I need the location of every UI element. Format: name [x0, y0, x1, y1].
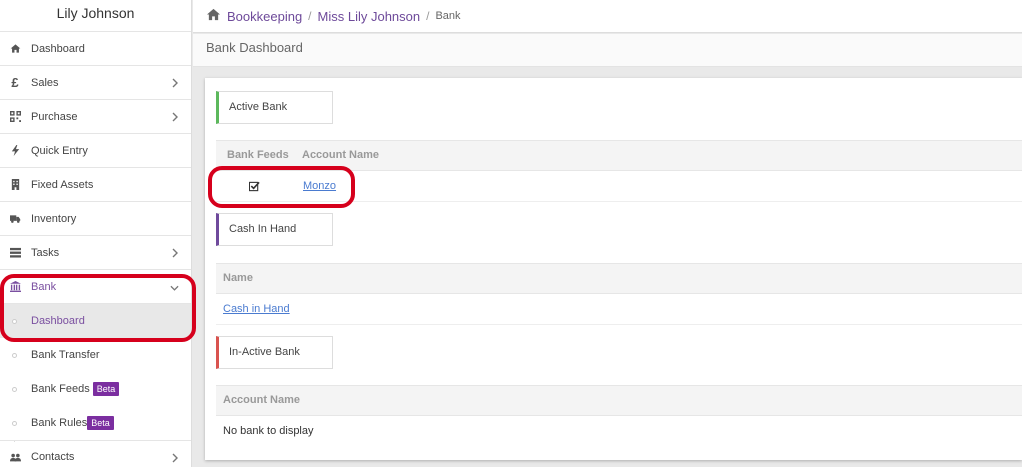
tasks-icon — [9, 247, 21, 259]
column-header-name: Name — [223, 272, 253, 284]
building-icon — [9, 179, 21, 191]
sidebar-item-purchase[interactable]: Purchase — [0, 100, 191, 134]
sidebar-item-inventory[interactable]: Inventory — [0, 202, 191, 236]
sidebar-item-label: Quick Entry — [31, 144, 88, 157]
bank-dashboard-panel: Active Bank Bank Feeds Account Name Monz… — [205, 78, 1022, 460]
sidebar-item-sales[interactable]: £ Sales — [0, 66, 191, 100]
table-row: Cash in Hand — [216, 294, 1022, 325]
column-header-account-name: Account Name — [302, 149, 380, 161]
cash-in-hand-label: Cash In Hand — [216, 213, 333, 246]
home-icon[interactable] — [206, 8, 221, 24]
active-bank-table-header: Bank Feeds Account Name — [216, 140, 1022, 171]
sidebar-item-label: Bank — [31, 280, 57, 293]
sidebar-item-label: Contacts — [31, 451, 75, 463]
bullet-icon — [12, 387, 17, 392]
account-link-monzo[interactable]: Monzo — [303, 171, 336, 201]
sidebar-subitem-bank-feeds[interactable]: Bank Feeds Beta — [0, 372, 191, 406]
breadcrumb-current: Bank — [435, 10, 461, 22]
sidebar-item-bank[interactable]: Bank — [0, 270, 191, 304]
checkbox-checked-icon[interactable] — [249, 181, 260, 192]
sidebar-item-label: Sales — [31, 76, 59, 89]
sidebar-item-label: Purchase — [31, 110, 78, 123]
sidebar-item-tasks[interactable]: Tasks — [0, 236, 191, 270]
cash-in-hand-table-header: Name — [216, 263, 1022, 294]
qr-icon — [9, 111, 21, 123]
column-header-account-name: Account Name — [223, 394, 301, 406]
chevron-right-icon — [172, 77, 179, 91]
sidebar-subitem-label: Bank Transfer — [31, 349, 100, 361]
beta-badge: Beta — [92, 382, 120, 396]
user-name: Lily Johnson — [0, 0, 191, 32]
sidebar-item-label: Fixed Assets — [31, 178, 94, 191]
sidebar-item-dashboard[interactable]: Dashboard — [0, 32, 191, 66]
sidebar: Lily Johnson Dashboard £ Sales Purchase … — [0, 0, 192, 467]
table-row: Monzo — [216, 171, 1022, 202]
inactive-bank-label: In-Active Bank — [216, 336, 333, 369]
column-header-bank-feeds: Bank Feeds — [227, 149, 289, 161]
sidebar-subitem-label: Bank Rules — [31, 417, 88, 429]
chevron-right-icon — [172, 452, 179, 466]
breadcrumb-client[interactable]: Miss Lily Johnson — [318, 9, 421, 24]
bullet-icon — [12, 319, 17, 324]
sidebar-subitem-label: Dashboard — [31, 315, 85, 327]
home-icon — [9, 43, 21, 55]
sidebar-item-label: Tasks — [31, 246, 60, 259]
breadcrumb: Bookkeeping / Miss Lily Johnson / Bank — [193, 0, 1022, 33]
sidebar-item-label: Inventory — [31, 212, 77, 225]
bullet-icon — [12, 421, 17, 426]
sidebar-subitem-bank-transfer[interactable]: Bank Transfer — [0, 338, 191, 372]
chevron-right-icon — [172, 111, 179, 125]
sidebar-subitem-dashboard[interactable]: Dashboard — [0, 304, 191, 338]
sidebar-subitem-bank-rules[interactable]: Bank Rules Beta — [0, 406, 191, 440]
empty-state-text: No bank to display — [223, 425, 314, 437]
breadcrumb-separator: / — [308, 9, 312, 23]
beta-badge: Beta — [87, 416, 114, 430]
sidebar-item-label: Dashboard — [31, 42, 85, 55]
bolt-icon — [9, 145, 21, 157]
pound-icon: £ — [11, 75, 19, 90]
sidebar-item-quick-entry[interactable]: Quick Entry — [0, 134, 191, 168]
breadcrumb-bookkeeping[interactable]: Bookkeeping — [227, 9, 302, 24]
table-row: No bank to display — [216, 416, 1022, 447]
truck-icon — [9, 213, 21, 225]
bank-icon — [9, 281, 21, 293]
cash-in-hand-link[interactable]: Cash in Hand — [223, 294, 290, 324]
bullet-icon — [12, 353, 17, 358]
active-bank-label: Active Bank — [216, 91, 333, 124]
sidebar-subitem-label: Bank Feeds — [31, 383, 90, 395]
sidebar-item-contacts[interactable]: Contacts — [0, 440, 191, 467]
sidebar-item-fixed-assets[interactable]: Fixed Assets — [0, 168, 191, 202]
page-title: Bank Dashboard — [193, 34, 1022, 67]
inactive-bank-table-header: Account Name — [216, 385, 1022, 416]
users-icon — [9, 451, 21, 463]
breadcrumb-separator: / — [426, 9, 430, 23]
chevron-right-icon — [172, 247, 179, 261]
chevron-down-icon — [170, 281, 179, 295]
